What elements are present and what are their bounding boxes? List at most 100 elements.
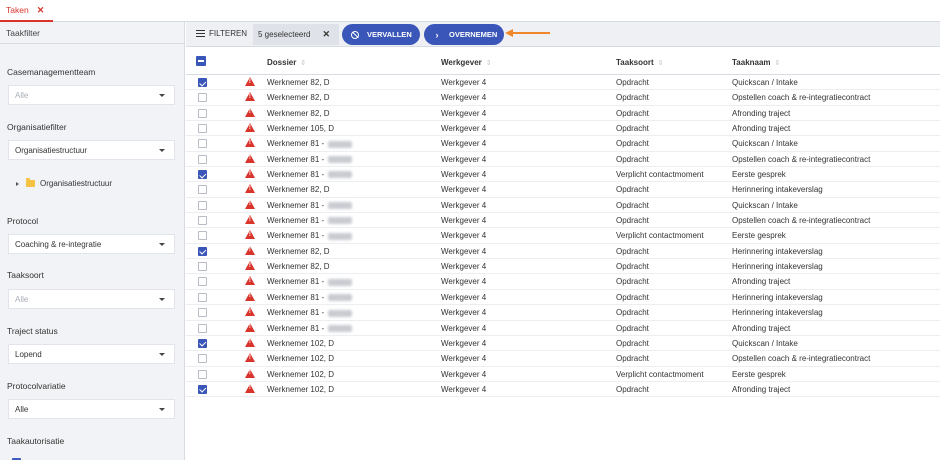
table-row[interactable]: Werknemer 102, D Werkgever 4 Opdracht Quick… — [186, 336, 940, 352]
overnemen-button[interactable]: › OVERNEMEN — [424, 24, 504, 45]
table-row[interactable]: Werknemer 81 - Werkgever 4 Opdracht Afrondi… — [186, 274, 940, 290]
cell-taaknaam: Afronding traject — [732, 108, 791, 118]
select-all-checkbox[interactable] — [196, 56, 206, 66]
table-row[interactable]: Werknemer 82, D Werkgever 4 Opdracht Herinn… — [186, 182, 940, 198]
row-checkbox[interactable] — [198, 200, 207, 210]
table-row[interactable]: Werknemer 102, D Werkgever 4 Verplicht con… — [186, 367, 940, 382]
warning-icon — [245, 92, 255, 102]
warning-icon — [245, 307, 255, 317]
table-row[interactable]: Werknemer 82, D Werkgever 4 Opdracht Opstel… — [186, 90, 940, 106]
filter-button[interactable]: FILTEREN — [196, 29, 247, 38]
cell-dossier[interactable]: Werknemer 105, D — [267, 124, 334, 133]
cell-dossier[interactable]: Werknemer 81 - — [267, 324, 353, 333]
cell-dossier[interactable]: Werknemer 81 - — [267, 308, 353, 317]
tab-taken[interactable]: Taken ✕ — [0, 0, 53, 22]
row-checkbox[interactable] — [198, 384, 207, 394]
table-row[interactable]: Werknemer 102, D Werkgever 4 Opdracht Opste… — [186, 351, 940, 367]
column-taaksoort[interactable]: Taaksoort ⇕ — [616, 58, 664, 67]
cell-dossier[interactable]: Werknemer 82, D — [267, 247, 330, 256]
row-checkbox[interactable] — [198, 170, 207, 180]
row-checkbox[interactable] — [198, 231, 207, 241]
cell-dossier[interactable]: Werknemer 81 - — [267, 139, 353, 148]
row-checkbox[interactable] — [198, 277, 207, 287]
cell-dossier[interactable]: Werknemer 102, D — [267, 385, 334, 394]
warning-icon — [245, 368, 255, 378]
sort-icon: ⇕ — [300, 60, 307, 67]
row-checkbox[interactable] — [198, 185, 207, 195]
clear-selection-icon[interactable]: ✕ — [322, 29, 330, 40]
row-checkbox[interactable] — [198, 369, 207, 379]
table-row[interactable]: Werknemer 81 - Werkgever 4 Opdracht Herinne… — [186, 305, 940, 321]
column-dossier[interactable]: Dossier ⇕ — [267, 58, 306, 67]
cell-dossier[interactable]: Werknemer 81 - — [267, 231, 353, 240]
row-checkbox[interactable] — [198, 308, 207, 318]
row-checkbox[interactable] — [198, 93, 207, 103]
cell-dossier[interactable]: Werknemer 81 - — [267, 216, 353, 225]
cell-dossier[interactable]: Werknemer 81 - — [267, 170, 353, 179]
cell-taaksoort: Opdracht — [616, 124, 649, 134]
cell-dossier[interactable]: Werknemer 81 - — [267, 155, 353, 164]
cell-taaksoort: Verplicht contactmoment — [616, 231, 704, 241]
dossier-text: Werknemer 81 - — [267, 292, 325, 302]
cell-dossier[interactable]: Werknemer 81 - — [267, 277, 353, 286]
table-row[interactable]: Werknemer 81 - Werkgever 4 Verplicht conta… — [186, 167, 940, 183]
expand-arrow-icon[interactable] — [16, 181, 19, 186]
table-row[interactable]: Werknemer 82, D Werkgever 4 Opdracht Herinn… — [186, 244, 940, 260]
table-row[interactable]: Werknemer 105, D Werkgever 4 Opdracht Afron… — [186, 121, 940, 137]
cell-dossier[interactable]: Werknemer 102, D — [267, 370, 334, 379]
table-row[interactable]: Werknemer 81 - Werkgever 4 Opdracht Herinne… — [186, 290, 940, 306]
row-checkbox[interactable] — [198, 108, 207, 118]
dossier-text: Werknemer 82, D — [267, 246, 330, 256]
cell-werkgever: Werkgever 4 — [441, 78, 487, 87]
cell-dossier[interactable]: Werknemer 82, D — [267, 185, 330, 194]
warning-icon — [245, 169, 255, 179]
table-row[interactable]: Werknemer 82, D Werkgever 4 Opdracht Quicks… — [186, 75, 940, 91]
table-row[interactable]: Werknemer 81 - Werkgever 4 Opdracht Opstell… — [186, 213, 940, 229]
row-checkbox[interactable] — [198, 354, 207, 364]
task-filter-sidebar: Taakfilter Casemanagementteam Alle Organ… — [0, 22, 185, 460]
table-row[interactable]: Werknemer 81 - Werkgever 4 Opdracht Opstell… — [186, 152, 940, 168]
protocol-select[interactable]: Coaching & re-integratie — [8, 234, 175, 254]
cell-taaksoort: Opdracht — [616, 354, 649, 364]
vervallen-button[interactable]: VERVALLEN — [342, 24, 420, 45]
cell-dossier[interactable]: Werknemer 82, D — [267, 262, 330, 271]
select-value: Coaching & re-integratie — [15, 239, 102, 249]
row-checkbox[interactable] — [198, 292, 207, 302]
close-tab-icon[interactable]: ✕ — [37, 5, 45, 16]
table-row[interactable]: Werknemer 81 - Werkgever 4 Opdracht Quicksc… — [186, 136, 940, 152]
protocolvariatie-select[interactable]: Alle — [8, 399, 175, 419]
table-row[interactable]: Werknemer 81 - Werkgever 4 Opdracht Quicksc… — [186, 198, 940, 214]
row-checkbox[interactable] — [198, 216, 207, 226]
row-checkbox[interactable] — [198, 338, 207, 348]
row-checkbox[interactable] — [198, 139, 207, 149]
column-taaknaam[interactable]: Taaknaam ⇕ — [732, 58, 780, 67]
row-checkbox[interactable] — [198, 262, 207, 272]
cell-taaknaam: Afronding traject — [732, 277, 791, 287]
casemanagementteam-select[interactable]: Alle — [8, 85, 175, 105]
cell-werkgever: Werkgever 4 — [441, 139, 487, 149]
cell-dossier[interactable]: Werknemer 82, D — [267, 78, 330, 87]
table-row[interactable]: Werknemer 102, D Werkgever 4 Opdracht Afron… — [186, 382, 940, 398]
table-row[interactable]: Werknemer 81 - Werkgever 4 Opdracht Afrondi… — [186, 321, 940, 336]
table-row[interactable]: Werknemer 81 - Werkgever 4 Verplicht conta… — [186, 228, 940, 244]
cell-dossier[interactable]: Werknemer 82, D — [267, 93, 330, 102]
column-werkgever[interactable]: Werkgever ⇕ — [441, 58, 492, 67]
row-checkbox[interactable] — [198, 323, 207, 333]
tree-item-organisatiestructuur[interactable]: Organisatiestructuur — [16, 178, 112, 188]
organisatiefilter-select[interactable]: Organisatiestructuur — [8, 140, 175, 160]
table-row[interactable]: Werknemer 82, D Werkgever 4 Opdracht Herinn… — [186, 259, 940, 275]
cell-dossier[interactable]: Werknemer 102, D — [267, 354, 334, 363]
row-checkbox[interactable] — [198, 124, 207, 134]
chevron-down-icon — [159, 408, 165, 411]
taaksoort-select[interactable]: Alle — [8, 289, 175, 309]
cell-dossier[interactable]: Werknemer 82, D — [267, 109, 330, 118]
row-checkbox[interactable] — [198, 78, 207, 87]
traject-status-select[interactable]: Lopend — [8, 344, 175, 364]
cell-dossier[interactable]: Werknemer 102, D — [267, 339, 334, 348]
row-checkbox[interactable] — [198, 154, 207, 164]
row-checkbox[interactable] — [198, 246, 207, 256]
cell-dossier[interactable]: Werknemer 81 - — [267, 201, 353, 210]
table-row[interactable]: Werknemer 82, D Werkgever 4 Opdracht Afrond… — [186, 106, 940, 122]
cell-dossier[interactable]: Werknemer 81 - — [267, 292, 353, 302]
dossier-text: Werknemer 102, D — [267, 354, 334, 364]
